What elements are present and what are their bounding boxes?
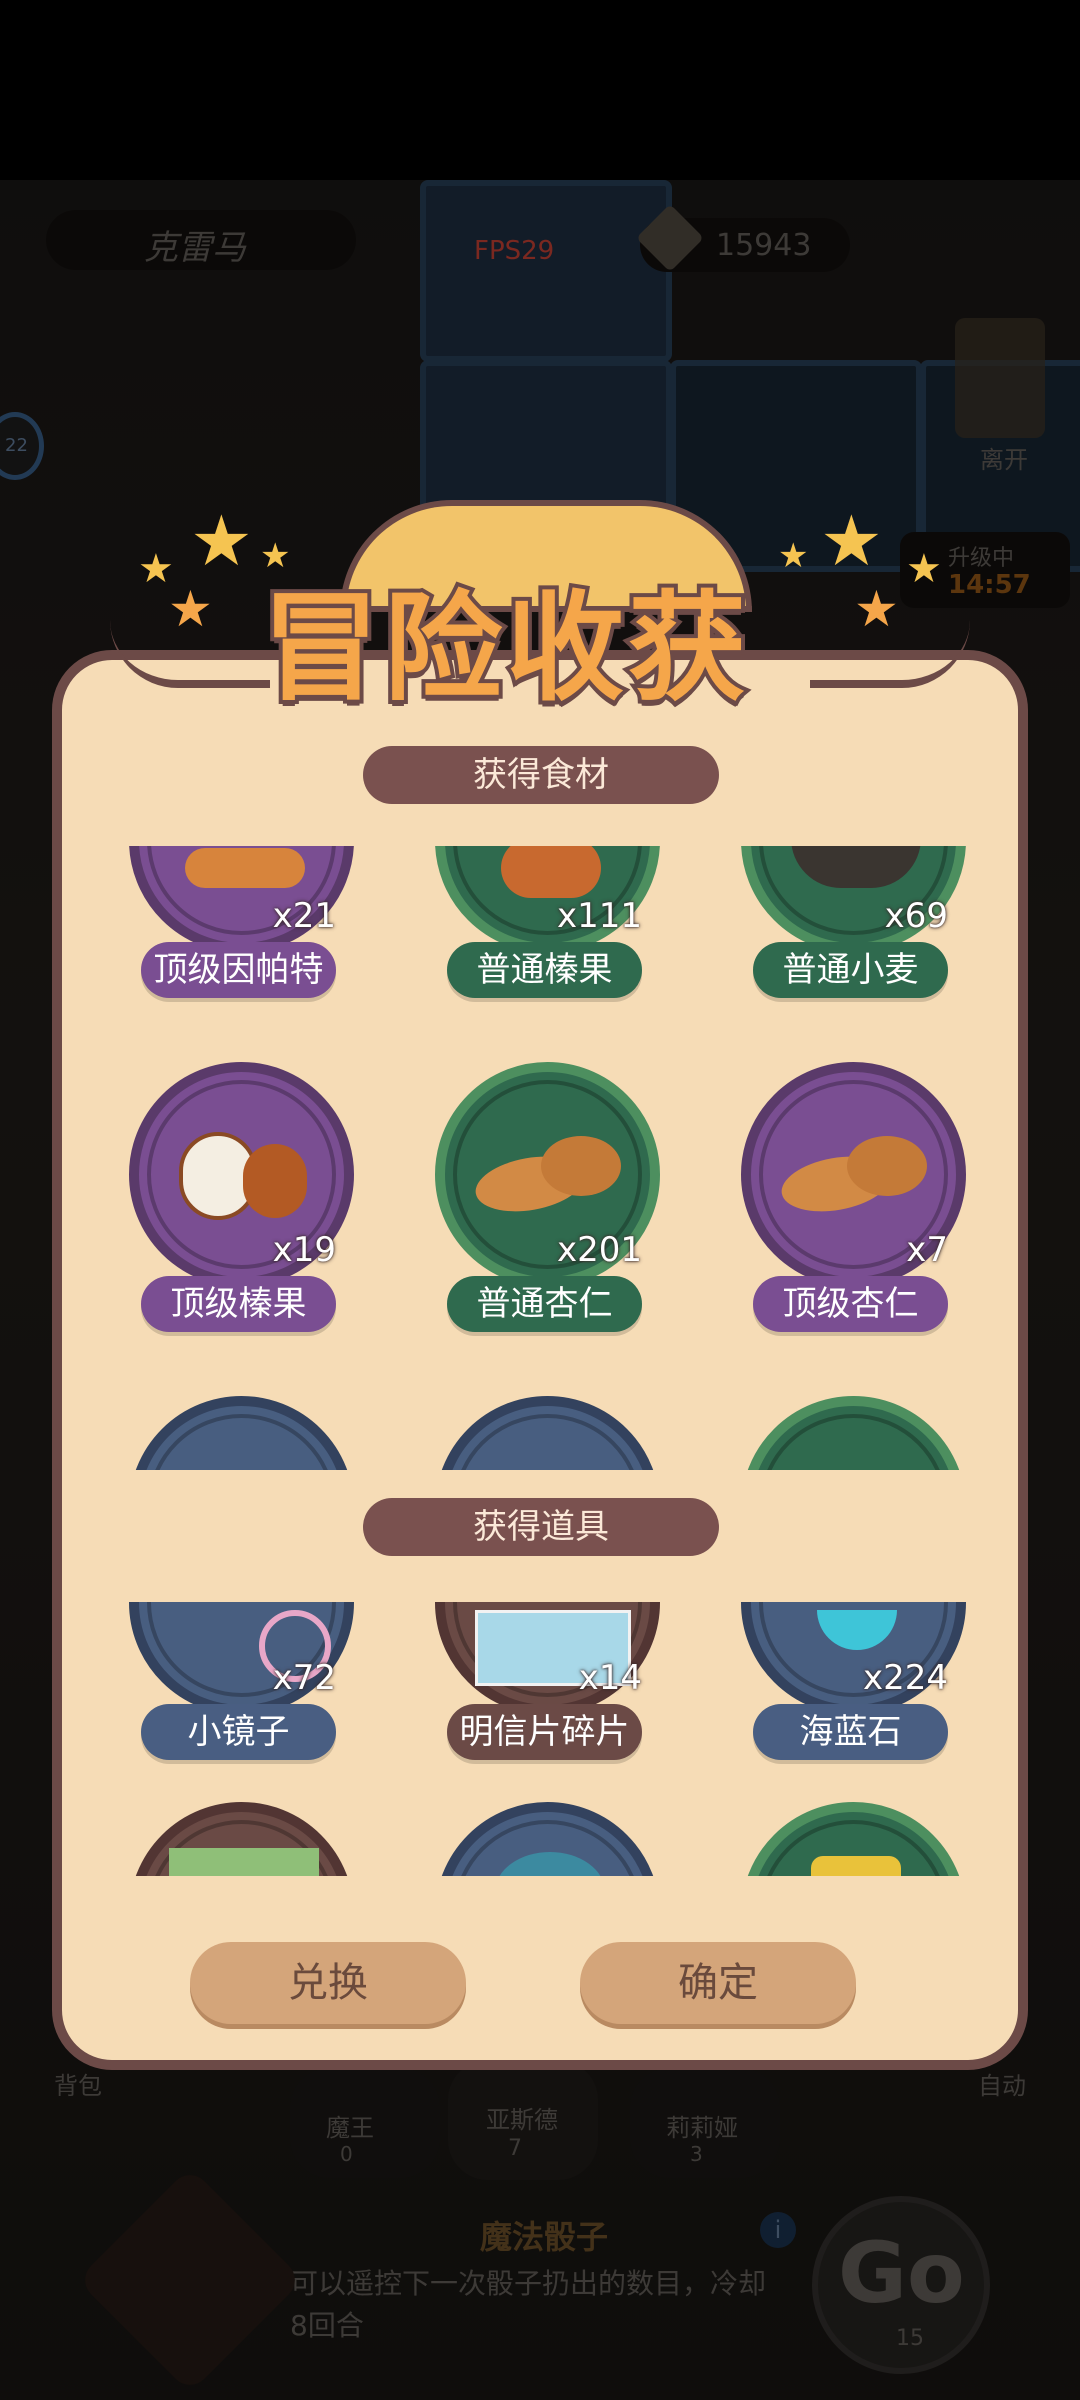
- reward-item[interactable]: [718, 1396, 988, 1470]
- pastry-icon: [185, 848, 305, 888]
- item-icon-frame: [741, 1396, 966, 1470]
- almond-icon: [541, 1136, 621, 1196]
- item-name: 普通榛果: [447, 942, 642, 998]
- confirm-button[interactable]: 确定: [580, 1942, 856, 2024]
- star-icon: ★: [820, 500, 883, 582]
- item-count: x111: [556, 896, 642, 936]
- reward-item[interactable]: x201 普通杏仁: [412, 1062, 682, 1362]
- item-name: 顶级榛果: [141, 1276, 336, 1332]
- exchange-button[interactable]: 兑换: [190, 1942, 466, 2024]
- tree-scene-icon: [169, 1848, 319, 1876]
- reward-item[interactable]: x69 普通小麦: [718, 846, 988, 1028]
- item-count: x19: [272, 1230, 336, 1270]
- laurel-left-icon: [110, 620, 270, 688]
- star-icon: ★: [190, 500, 253, 582]
- reward-item[interactable]: [412, 1802, 682, 1876]
- prop-items-scroll[interactable]: x72 小镜子 x14 明信片碎片 x224 海蓝石: [62, 1602, 1018, 1876]
- item-name: 顶级杏仁: [753, 1276, 948, 1332]
- item-name: 明信片碎片: [447, 1704, 642, 1760]
- reward-item[interactable]: x21 顶级因帕特: [106, 846, 376, 1028]
- item-count: x224: [862, 1658, 948, 1698]
- almond-icon: [847, 1136, 927, 1196]
- item-icon-frame: [741, 1802, 966, 1876]
- item-count: x7: [906, 1230, 948, 1270]
- item-icon-frame: [129, 1396, 354, 1470]
- reward-item[interactable]: [106, 1396, 376, 1470]
- food-items-scroll[interactable]: x21 顶级因帕特 x111 普通榛果 x69 普通小麦 x19 顶级榛果 x2…: [62, 846, 1018, 1470]
- reward-item[interactable]: [106, 1802, 376, 1876]
- item-count: x14: [578, 1658, 642, 1698]
- laurel-right-icon: [810, 620, 970, 688]
- reward-item[interactable]: x111 普通榛果: [412, 846, 682, 1028]
- reward-item[interactable]: x72 小镜子: [106, 1602, 376, 1790]
- dialog-title: 冒险收获: [258, 575, 751, 721]
- reward-item[interactable]: x14 明信片碎片: [412, 1602, 682, 1790]
- reward-item[interactable]: x19 顶级榛果: [106, 1062, 376, 1362]
- reward-item[interactable]: x224 海蓝石: [718, 1602, 988, 1790]
- item-name: 顶级因帕特: [141, 942, 336, 998]
- food-section-header: 获得食材: [363, 746, 719, 804]
- item-count: x72: [272, 1658, 336, 1698]
- item-count: x201: [556, 1230, 642, 1270]
- gold-ingot-icon: [811, 1856, 901, 1876]
- adventure-rewards-dialog: 获得食材 x21 顶级因帕特 x111 普通榛果 x69 普通小麦 x19 顶级…: [52, 650, 1028, 2070]
- reward-item[interactable]: x7 顶级杏仁: [718, 1062, 988, 1362]
- hazelnut-icon: [501, 846, 601, 898]
- item-count: x69: [884, 896, 948, 936]
- item-name: 小镜子: [141, 1704, 336, 1760]
- item-icon-frame: [129, 1802, 354, 1876]
- item-icon-frame: [435, 1802, 660, 1876]
- item-name: 普通小麦: [753, 942, 948, 998]
- hazelnut-icon: [243, 1144, 307, 1218]
- star-icon: ★: [778, 536, 809, 576]
- reward-item[interactable]: [412, 1396, 682, 1470]
- title-banner: ★ ★ ★ ★ ★ ★ ★ ★ 冒险收获: [110, 500, 970, 721]
- item-count: x21: [272, 896, 336, 936]
- item-name: 普通杏仁: [447, 1276, 642, 1332]
- item-icon-frame: [435, 1396, 660, 1470]
- item-name: 海蓝石: [753, 1704, 948, 1760]
- reward-item[interactable]: [718, 1802, 988, 1876]
- props-section-header: 获得道具: [363, 1498, 719, 1556]
- star-icon: ★: [906, 546, 942, 592]
